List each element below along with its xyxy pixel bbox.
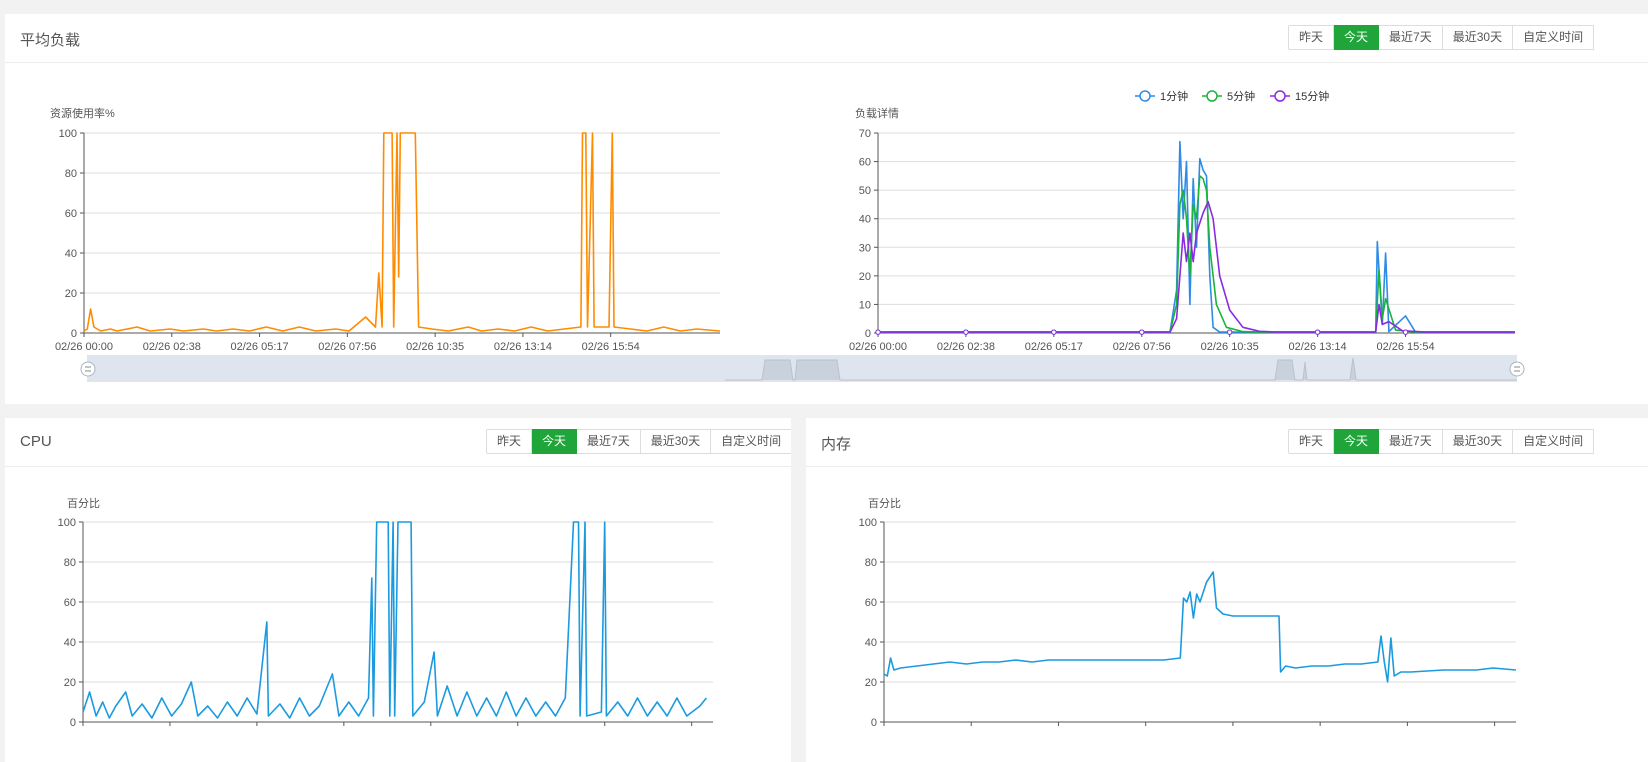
legend-label: 15分钟: [1295, 89, 1329, 103]
load-detail-ylabel: 负载详情: [855, 106, 899, 120]
cpu-ylabel: 百分比: [67, 497, 100, 510]
x-tick-label: 02/26 13:14: [494, 341, 552, 353]
y-tick-label: 40: [65, 248, 77, 260]
cpu-chart-svg: 百分比 0 20 40 60 80 100: [58, 497, 713, 729]
series-line: [878, 200, 1515, 333]
load-detail-chart: 负载详情 1分钟 5分钟 15分钟 0 10 20 30 40 50 60 70 02/26 00…: [849, 89, 1515, 353]
series-line: [883, 571, 1517, 683]
y-tick-label: 20: [859, 271, 871, 283]
series-line: [82, 521, 708, 719]
x-tick-label: 02/26 15:54: [1376, 341, 1434, 353]
series-point: [1139, 329, 1145, 335]
chart-y-ticks: 0 20 40 60 80 100: [58, 517, 76, 729]
chart-y-ticks: 0 10 20 30 40 50 60 70: [859, 128, 871, 340]
x-tick-label: 02/26 02:38: [143, 341, 201, 353]
memory-panel: 内存 昨天 今天 最近7天 最近30天 自定义时间 百分比 0 20 40 60 80 1…: [806, 418, 1648, 762]
chart-series: [82, 521, 708, 719]
load-charts-svg: 资源使用率% 020406080100 02/26 00:00 02/26 02:…: [50, 89, 1525, 382]
series-point: [1226, 329, 1233, 335]
y-tick-label: 50: [859, 185, 871, 197]
chart-legend[interactable]: 1分钟 5分钟 15分钟: [1135, 89, 1329, 103]
legend-swatch-circle: [1274, 90, 1286, 102]
zoom-handle-right[interactable]: [1509, 361, 1525, 377]
chart-series: [83, 132, 721, 332]
y-tick-label: 80: [65, 168, 77, 180]
x-tick-label: 02/26 07:56: [318, 341, 376, 353]
chart-grid: [874, 132, 1515, 334]
series-point: [875, 329, 881, 335]
resource-usage-ylabel: 资源使用率%: [50, 106, 115, 120]
series-point: [963, 329, 969, 335]
y-tick-label: 30: [859, 242, 871, 254]
x-tick-label: 02/26 07:56: [1113, 341, 1171, 353]
load-panel: 平均负载 昨天 今天 最近7天 最近30天 自定义时间 资源使用率% 0 20 40…: [5, 14, 1648, 404]
x-tick-label: 02/26 05:17: [1025, 341, 1083, 353]
y-tick-label: 60: [65, 208, 77, 220]
x-tick-label: 02/26 15:54: [582, 341, 640, 353]
series-point: [1051, 329, 1057, 335]
y-tick-label: 100: [59, 128, 77, 140]
x-tick-label: 02/26 10:35: [1201, 341, 1259, 353]
legend-swatch-circle: [1139, 90, 1151, 102]
resource-usage-chart: 资源使用率% 0 20 40 60 80 100 02/26 00:00 02/26 02:…: [50, 106, 721, 353]
series-point: [1402, 329, 1409, 335]
y-tick-label: 20: [65, 288, 77, 300]
y-tick-label: 60: [859, 157, 871, 169]
legend-label: 5分钟: [1227, 89, 1255, 103]
memory-chart-svg: 百分比 0 20 40 60 80 100: [859, 497, 1517, 729]
y-tick-label: 0: [865, 328, 871, 340]
y-tick-label: 40: [64, 637, 76, 649]
y-tick-label: 20: [865, 677, 877, 689]
zoom-slider[interactable]: [80, 355, 1525, 382]
y-tick-label: 70: [859, 128, 871, 140]
series-line: [878, 175, 1515, 333]
chart-y-ticks: 0 20 40 60 80 100: [59, 128, 77, 340]
y-tick-label: 0: [871, 717, 877, 729]
x-tick-label: 02/26 00:00: [849, 341, 907, 353]
chart-y-ticks: 0 20 40 60 80 100: [859, 517, 877, 729]
cpu-panel: CPU 昨天 今天 最近7天 最近30天 自定义时间 百分比 0 20 40 60 80…: [5, 418, 791, 762]
legend-swatch-circle: [1206, 90, 1218, 102]
legend-label: 1分钟: [1160, 89, 1188, 103]
x-tick-label: 02/26 13:14: [1289, 341, 1347, 353]
x-tick-label: 02/26 10:35: [406, 341, 464, 353]
y-tick-label: 60: [64, 597, 76, 609]
chart-series: [883, 571, 1517, 683]
zoom-handle-left[interactable]: [80, 361, 96, 377]
y-tick-label: 10: [859, 299, 871, 311]
chart-grid: [880, 521, 1516, 726]
y-tick-label: 80: [64, 557, 76, 569]
x-tick-label: 02/26 05:17: [231, 341, 289, 353]
y-tick-label: 100: [58, 517, 76, 529]
y-tick-label: 0: [71, 328, 77, 340]
x-tick-label: 02/26 02:38: [937, 341, 995, 353]
y-tick-label: 60: [865, 597, 877, 609]
series-line: [83, 132, 721, 332]
y-tick-label: 40: [865, 637, 877, 649]
y-tick-label: 80: [865, 557, 877, 569]
x-tick-label: 02/26 00:00: [55, 341, 113, 353]
chart-x-ticks: 02/26 00:00 02/26 02:38 02/26 05:17 02/26 0…: [55, 333, 640, 353]
memory-ylabel: 百分比: [868, 497, 901, 510]
y-tick-label: 40: [859, 214, 871, 226]
y-tick-label: 100: [859, 517, 877, 529]
y-tick-label: 20: [64, 677, 76, 689]
y-tick-label: 0: [70, 717, 76, 729]
chart-series: [875, 140, 1515, 335]
chart-x-ticks: 02/26 00:00 02/26 02:38 02/26 05:17 02/26 0…: [849, 333, 1435, 353]
series-point: [1314, 329, 1321, 335]
